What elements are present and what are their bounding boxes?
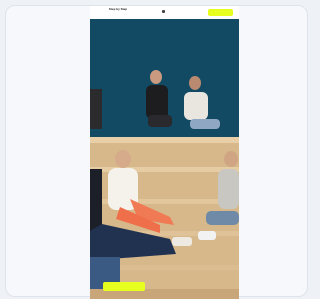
menu-icon[interactable] [162, 10, 165, 13]
mobile-page-preview: Step by Step [90, 6, 239, 299]
site-header: Step by Step [90, 6, 239, 19]
header-cta-button[interactable] [208, 9, 233, 16]
site-logo[interactable]: Step by Step [102, 7, 134, 12]
team-photo-icon [90, 19, 239, 299]
brand-name: Step by Step [108, 7, 128, 11]
hero-cta-button[interactable] [103, 282, 145, 291]
hero-image [90, 19, 239, 299]
